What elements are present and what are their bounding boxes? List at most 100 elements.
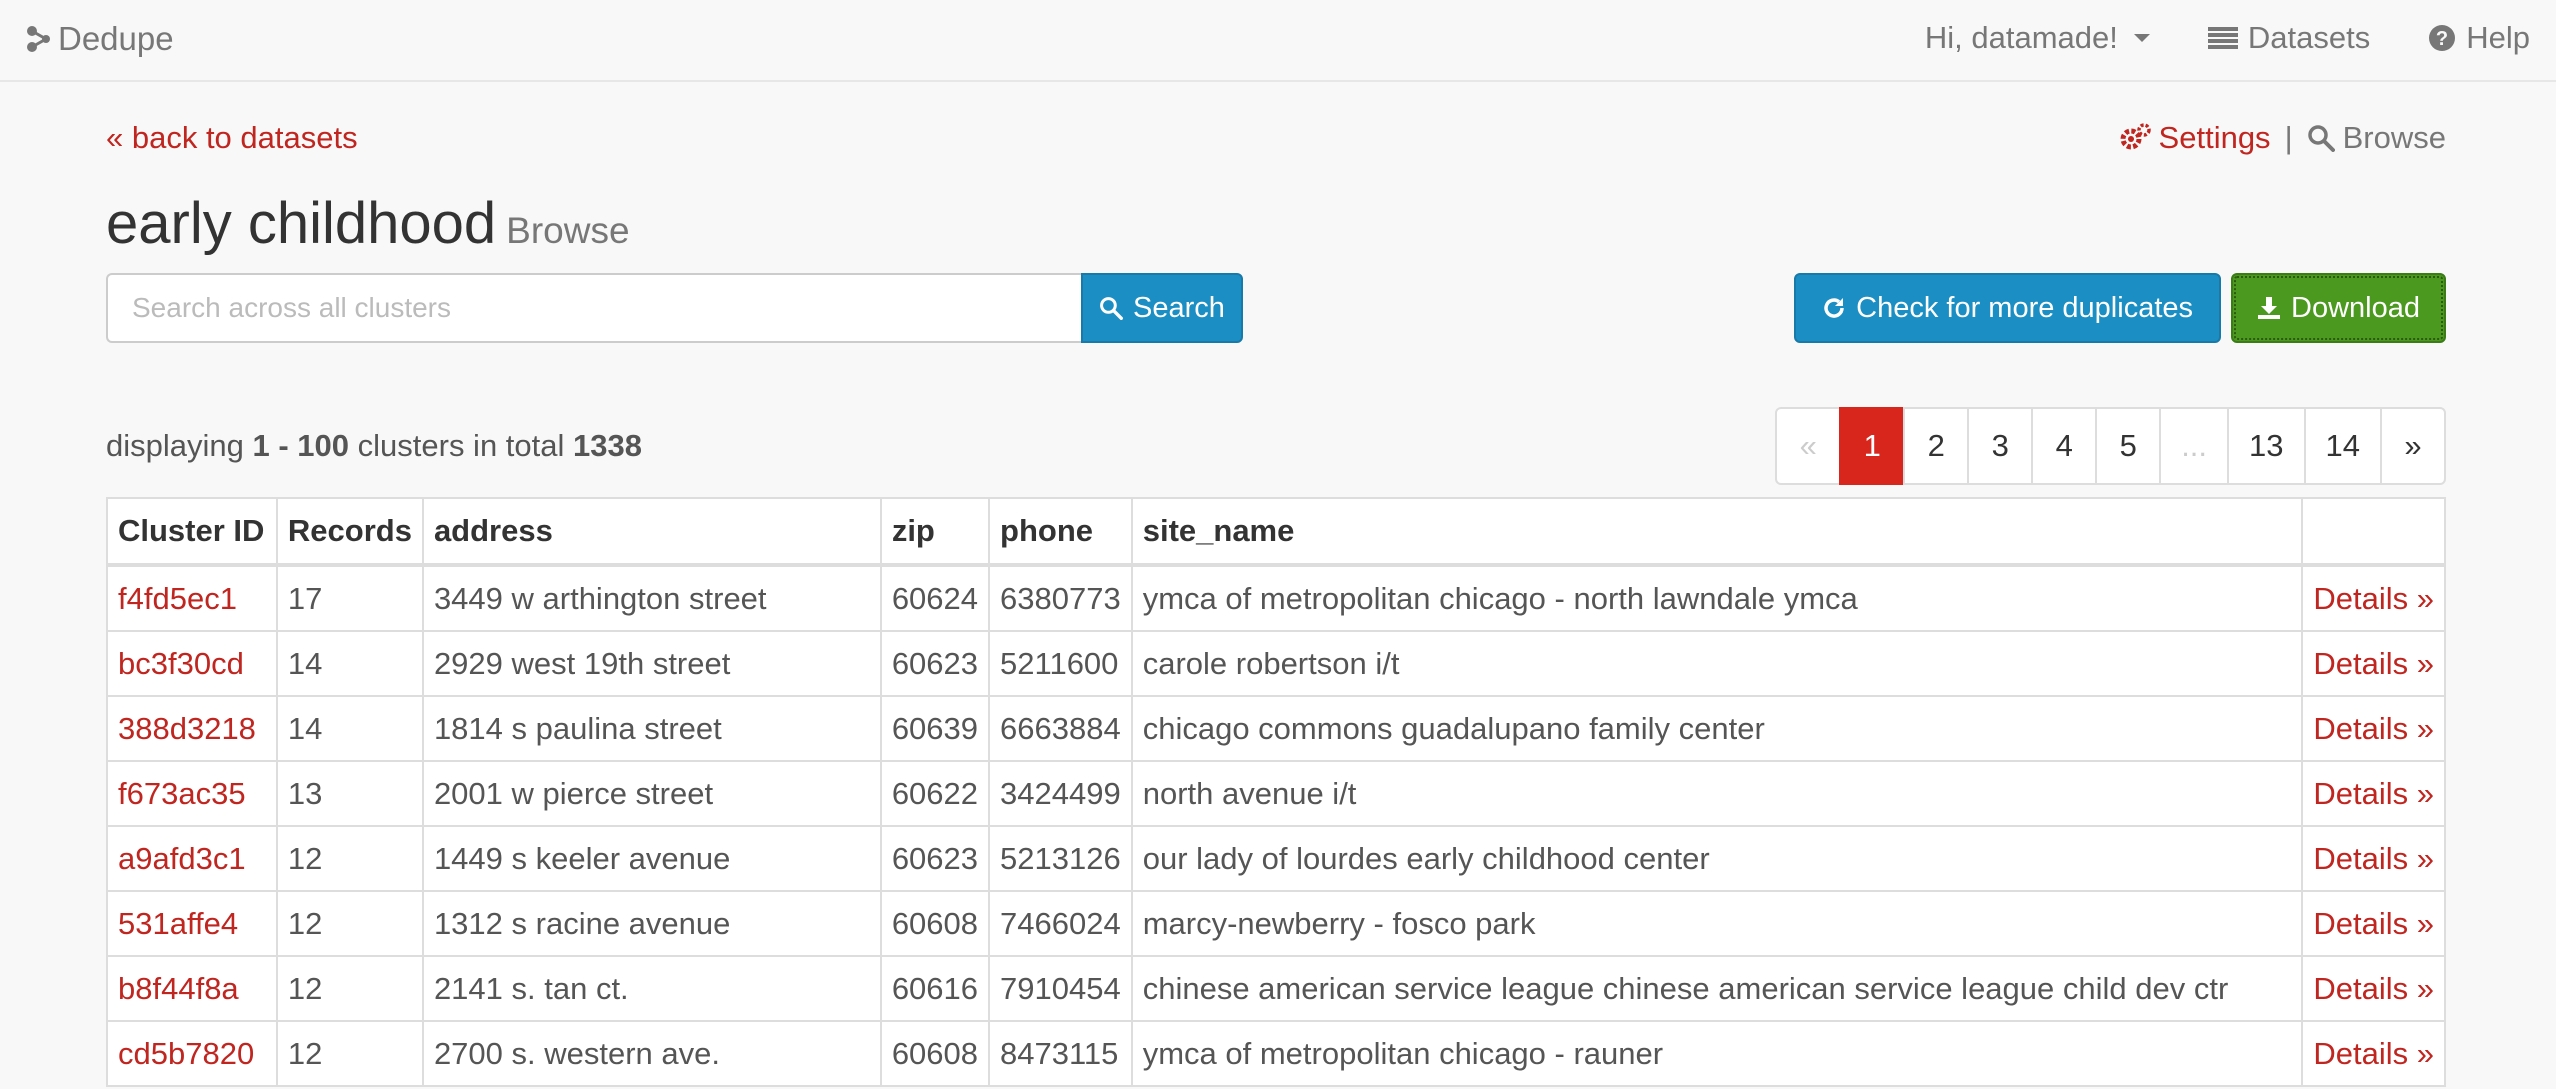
records-cell: 13 <box>275 760 424 827</box>
page-14[interactable]: 14 <box>2303 407 2382 485</box>
details-link[interactable]: Details » <box>2301 564 2446 632</box>
records-cell: 12 <box>275 955 424 1022</box>
page-title: early childhood Browse <box>106 190 630 257</box>
results-summary: displaying 1 - 100 clusters in total 133… <box>106 428 642 464</box>
settings-link[interactable]: Settings <box>2119 120 2271 156</box>
page-4[interactable]: 4 <box>2031 407 2098 485</box>
table-header-row: Cluster ID Records address zip phone sit… <box>106 497 2446 567</box>
address-cell: 2141 s. tan ct. <box>421 955 882 1022</box>
search-input[interactable] <box>106 273 1081 343</box>
address-cell: 1449 s keeler avenue <box>421 825 882 892</box>
details-link[interactable]: Details » <box>2301 955 2446 1022</box>
cluster-id-link[interactable]: f4fd5ec1 <box>106 564 278 632</box>
brand-link[interactable]: Dedupe <box>26 20 174 58</box>
address-cell: 3449 w arthington street <box>421 564 882 632</box>
search-button[interactable]: Search <box>1081 273 1243 343</box>
browse-label: Browse <box>2342 120 2446 155</box>
table-row: f673ac35 13 2001 w pierce street 60622 3… <box>106 760 2446 827</box>
pagination: « 1 2 3 4 5 ... 13 14 » <box>1775 407 2446 485</box>
records-cell: 17 <box>275 564 424 632</box>
page-subtitle: Browse <box>506 210 630 251</box>
table-row: b8f44f8a 12 2141 s. tan ct. 60616 791045… <box>106 955 2446 1022</box>
col-phone[interactable]: phone <box>988 497 1133 567</box>
records-cell: 12 <box>275 890 424 957</box>
caret-down-icon <box>2133 34 2150 42</box>
zip-cell: 60622 <box>879 760 991 827</box>
summary-range: 1 - 100 <box>252 428 350 463</box>
col-zip[interactable]: zip <box>879 497 991 567</box>
top-navbar: Dedupe Hi, datamade! Datasets ? Help <box>0 0 2556 82</box>
address-cell: 2001 w pierce street <box>421 760 882 827</box>
address-cell: 1312 s racine avenue <box>421 890 882 957</box>
check-duplicates-label: Check for more duplicates <box>1856 291 2194 324</box>
table-row: 531affe4 12 1312 s racine avenue 60608 7… <box>106 890 2446 957</box>
site-name-cell: our lady of lourdes early childhood cent… <box>1130 825 2304 892</box>
col-site-name[interactable]: site_name <box>1130 497 2304 567</box>
dataset-nav: Settings | Browse <box>2119 120 2446 156</box>
nav-datasets-label: Datasets <box>2247 20 2371 55</box>
details-link[interactable]: Details » <box>2301 695 2446 762</box>
zip-cell: 60623 <box>879 630 991 697</box>
page-prev[interactable]: « <box>1775 407 1842 485</box>
cluster-id-link[interactable]: a9afd3c1 <box>106 825 278 892</box>
table-row: 388d3218 14 1814 s paulina street 60639 … <box>106 695 2446 762</box>
phone-cell: 5211600 <box>988 630 1133 697</box>
search-icon <box>1100 297 1124 320</box>
page-5[interactable]: 5 <box>2095 407 2162 485</box>
site-name-cell: ymca of metropolitan chicago - north law… <box>1130 564 2304 632</box>
share-nodes-icon <box>27 26 50 52</box>
cluster-id-link[interactable]: b8f44f8a <box>106 955 278 1022</box>
back-to-datasets-link[interactable]: « back to datasets <box>106 120 358 156</box>
cluster-id-link[interactable]: f673ac35 <box>106 760 278 827</box>
page-2[interactable]: 2 <box>1903 407 1970 485</box>
summary-prefix: displaying <box>106 428 244 463</box>
cluster-id-link[interactable]: 388d3218 <box>106 695 278 762</box>
user-menu-label: Hi, datamade! <box>1924 20 2118 55</box>
phone-cell: 7910454 <box>988 955 1133 1022</box>
clusters-table: Cluster ID Records address zip phone sit… <box>106 497 2446 1087</box>
details-link[interactable]: Details » <box>2301 1020 2446 1087</box>
records-cell: 12 <box>275 1020 424 1087</box>
cluster-id-link[interactable]: cd5b7820 <box>106 1020 278 1087</box>
page-1[interactable]: 1 <box>1839 407 1906 485</box>
col-records[interactable]: Records <box>275 497 424 567</box>
nav-help[interactable]: ? Help <box>2428 20 2530 56</box>
search-button-label: Search <box>1133 291 1225 324</box>
site-name-cell: north avenue i/t <box>1130 760 2304 827</box>
table-row: bc3f30cd 14 2929 west 19th street 60623 … <box>106 630 2446 697</box>
zip-cell: 60616 <box>879 955 991 1022</box>
phone-cell: 7466024 <box>988 890 1133 957</box>
list-icon <box>2207 27 2238 49</box>
details-link[interactable]: Details » <box>2301 825 2446 892</box>
details-link[interactable]: Details » <box>2301 760 2446 827</box>
zip-cell: 60623 <box>879 825 991 892</box>
zip-cell: 60608 <box>879 1020 991 1087</box>
gears-icon <box>2120 123 2151 150</box>
check-duplicates-button[interactable]: Check for more duplicates <box>1794 273 2222 343</box>
nav-datasets[interactable]: Datasets <box>2207 20 2371 56</box>
browse-link[interactable]: Browse <box>2307 120 2446 156</box>
site-name-cell: chicago commons guadalupano family cente… <box>1130 695 2304 762</box>
nav-help-label: Help <box>2466 20 2530 55</box>
phone-cell: 3424499 <box>988 760 1133 827</box>
page-next[interactable]: » <box>2380 407 2446 485</box>
details-link[interactable]: Details » <box>2301 890 2446 957</box>
records-cell: 14 <box>275 695 424 762</box>
col-cluster-id[interactable]: Cluster ID <box>106 497 278 567</box>
details-link[interactable]: Details » <box>2301 630 2446 697</box>
phone-cell: 5213126 <box>988 825 1133 892</box>
user-menu[interactable]: Hi, datamade! <box>1925 20 2150 56</box>
download-icon <box>2258 297 2281 319</box>
nav-separator: | <box>2284 120 2293 155</box>
cluster-id-link[interactable]: bc3f30cd <box>106 630 278 697</box>
page-3[interactable]: 3 <box>1967 407 2034 485</box>
col-actions <box>2301 497 2446 567</box>
address-cell: 2700 s. western ave. <box>421 1020 882 1087</box>
page-13[interactable]: 13 <box>2227 407 2306 485</box>
phone-cell: 6663884 <box>988 695 1133 762</box>
download-button[interactable]: Download <box>2231 273 2446 343</box>
phone-cell: 8473115 <box>988 1020 1133 1087</box>
cluster-id-link[interactable]: 531affe4 <box>106 890 278 957</box>
col-address[interactable]: address <box>421 497 882 567</box>
question-circle-icon: ? <box>2429 25 2456 51</box>
